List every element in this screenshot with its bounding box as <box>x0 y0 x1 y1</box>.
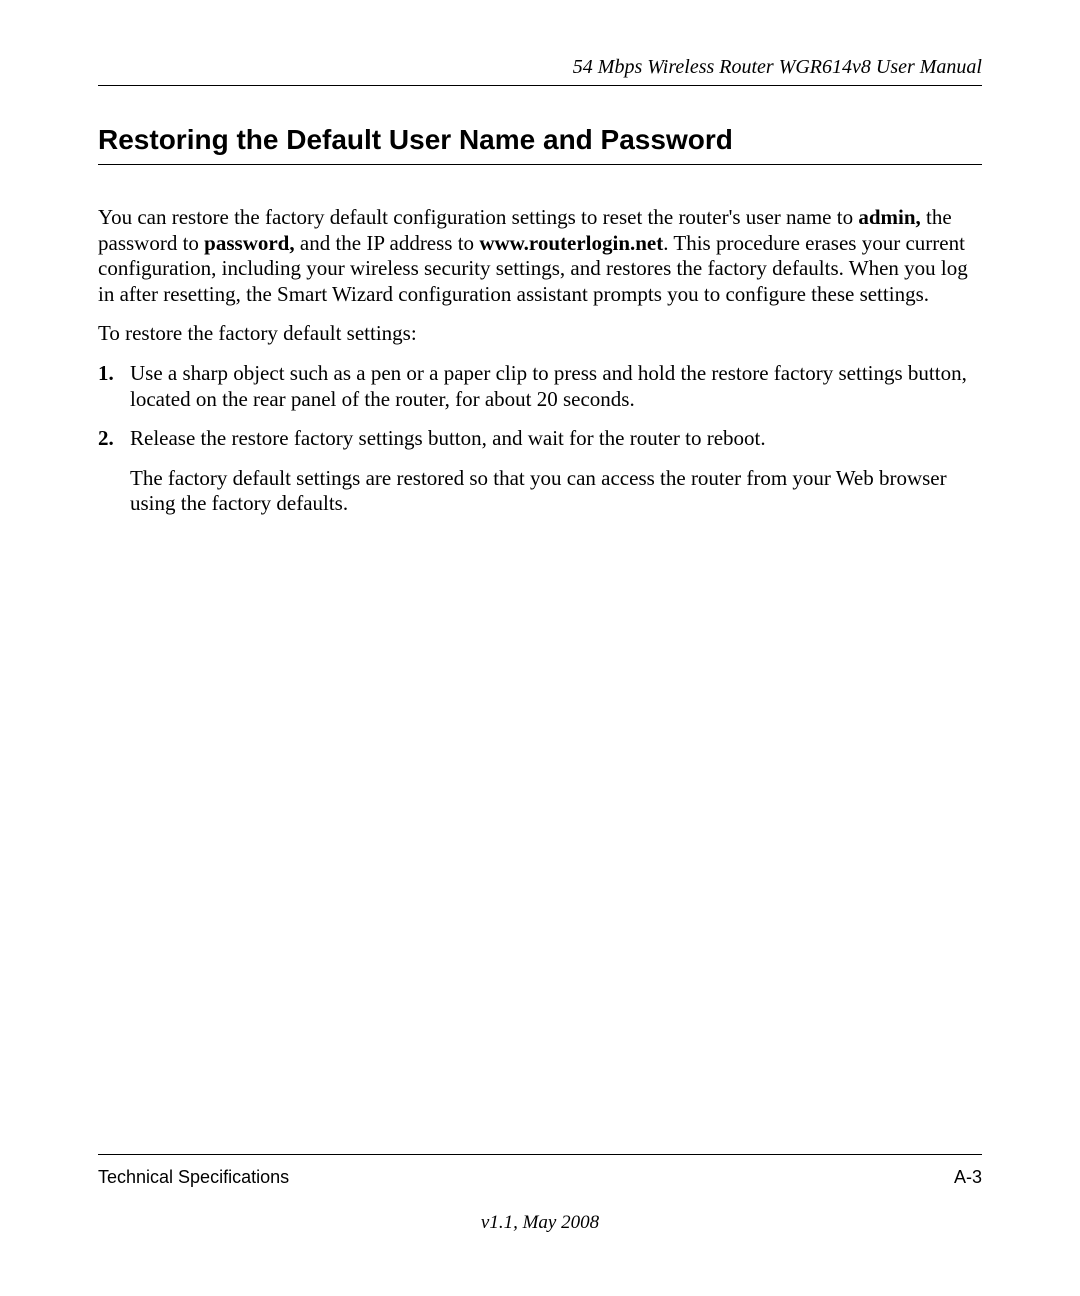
page-container: 54 Mbps Wireless Router WGR614v8 User Ma… <box>0 0 1080 1296</box>
bold-password: password, <box>204 231 294 255</box>
footer-section-label: Technical Specifications <box>98 1167 289 1188</box>
step-text: Use a sharp object such as a pen or a pa… <box>130 361 967 411</box>
page-footer: Technical Specifications A-3 <box>98 1154 982 1188</box>
list-item: Use a sharp object such as a pen or a pa… <box>98 361 982 412</box>
steps-list: Use a sharp object such as a pen or a pa… <box>98 361 982 517</box>
bold-admin: admin, <box>858 205 920 229</box>
page-number: A-3 <box>954 1167 982 1188</box>
running-header: 54 Mbps Wireless Router WGR614v8 User Ma… <box>98 56 982 86</box>
para-text: You can restore the factory default conf… <box>98 205 858 229</box>
lead-in-paragraph: To restore the factory default settings: <box>98 321 982 347</box>
version-label: v1.1, May 2008 <box>0 1212 1080 1234</box>
bold-url: www.routerlogin.net <box>479 231 663 255</box>
list-item: Release the restore factory settings but… <box>98 426 982 517</box>
step-text: Release the restore factory settings but… <box>130 426 766 450</box>
para-text: and the IP address to <box>295 231 480 255</box>
intro-paragraph: You can restore the factory default conf… <box>98 205 982 307</box>
step-sub-paragraph: The factory default settings are restore… <box>130 466 982 517</box>
section-heading: Restoring the Default User Name and Pass… <box>98 124 982 165</box>
